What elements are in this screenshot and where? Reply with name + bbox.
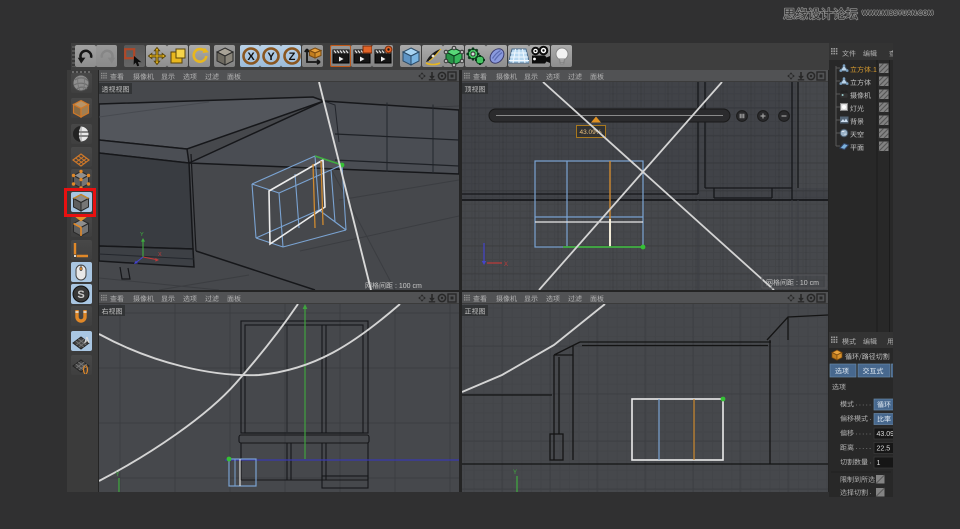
svg-text:1: 1 [877, 460, 881, 467]
svg-text:.1: .1 [871, 67, 877, 74]
svg-text:S: S [77, 289, 84, 301]
svg-text:Y: Y [267, 51, 275, 63]
svg-text:X: X [158, 252, 162, 258]
svg-text:X: X [247, 51, 255, 63]
svg-text:Y: Y [140, 232, 144, 238]
svg-text:Z: Z [288, 51, 295, 63]
svg-text:X: X [504, 262, 508, 268]
svg-text:Y: Y [513, 470, 517, 476]
svg-text:Y: Y [116, 472, 120, 478]
svg-text:43.09: 43.09 [877, 431, 894, 438]
svg-text:A: A [84, 336, 90, 345]
svg-text:22.5: 22.5 [877, 446, 891, 453]
svg-text:: 100 cm: : 100 cm [395, 283, 422, 290]
svg-text:: 10 cm: : 10 cm [796, 280, 819, 287]
svg-text:(): () [83, 364, 89, 374]
